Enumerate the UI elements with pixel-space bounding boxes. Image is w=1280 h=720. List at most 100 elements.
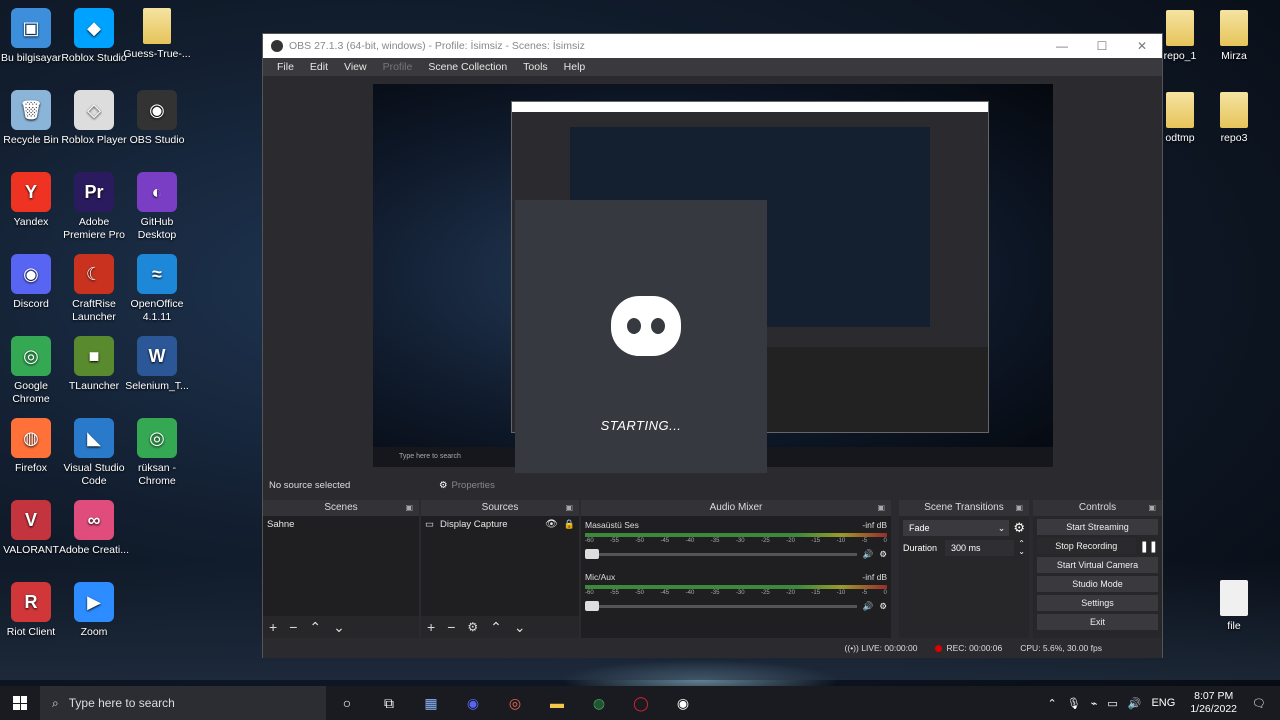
- start-button[interactable]: [0, 686, 40, 720]
- app-icon: ≈: [137, 254, 177, 294]
- menu-tools[interactable]: Tools: [515, 61, 556, 73]
- stepper-icon[interactable]: ⌃ ⌄: [1018, 540, 1025, 556]
- notification-icon[interactable]: 🗨: [1247, 697, 1280, 710]
- app-icon: ◆: [74, 8, 114, 48]
- obs-record-icon[interactable]: ◎: [494, 686, 536, 720]
- menu-file[interactable]: File: [269, 61, 302, 73]
- move-up-icon[interactable]: ⌃: [490, 619, 502, 636]
- gear-icon[interactable]: ⚙: [467, 620, 478, 634]
- undock-icon[interactable]: ▣: [877, 500, 885, 516]
- volume-slider[interactable]: [585, 600, 857, 611]
- add-icon[interactable]: +: [269, 619, 277, 635]
- desktop-icon[interactable]: W Selenium_T...: [120, 336, 194, 393]
- close-icon[interactable]: ✕: [1122, 39, 1162, 53]
- obs-window[interactable]: OBS 27.1.3 (64-bit, windows) - Profile: …: [262, 33, 1163, 658]
- remove-icon[interactable]: −: [289, 619, 297, 635]
- menubar: File Edit View Profile Scene Collection …: [263, 58, 1162, 76]
- eye-icon[interactable]: 👁: [545, 519, 558, 530]
- volume-slider[interactable]: [585, 548, 857, 559]
- transition-select[interactable]: Fade ⌄: [903, 520, 1010, 536]
- move-down-icon[interactable]: ⌄: [333, 619, 345, 636]
- start-virtual-camera-button[interactable]: Start Virtual Camera: [1037, 557, 1158, 573]
- properties-button[interactable]: Properties: [452, 480, 495, 491]
- desktop-icon[interactable]: ∞ Adobe Creati...: [57, 500, 131, 557]
- menu-view[interactable]: View: [336, 61, 375, 73]
- discord-icon[interactable]: ◉: [452, 686, 494, 720]
- desktop-icon[interactable]: ◎ rüksan - Chrome: [120, 418, 194, 488]
- meter-tick: -55: [610, 538, 619, 544]
- meter-tick: -45: [660, 590, 670, 596]
- app-icon: ■: [74, 336, 114, 376]
- speaker-icon[interactable]: 🔊: [863, 549, 874, 560]
- duration-input[interactable]: 300 ms: [945, 540, 1015, 556]
- file-explorer-icon[interactable]: ▬: [536, 686, 578, 720]
- source-toolbar: No source selected ⚙ Properties: [263, 473, 1162, 497]
- speaker-icon[interactable]: 🔊: [863, 601, 874, 612]
- desktop-icon[interactable]: Guess-True-...: [120, 8, 194, 61]
- meter-tick: 0: [883, 538, 887, 544]
- remove-icon[interactable]: −: [447, 619, 455, 635]
- move-up-icon[interactable]: ⌃: [309, 619, 321, 636]
- menu-help[interactable]: Help: [556, 61, 594, 73]
- undock-icon[interactable]: ▣: [1015, 500, 1023, 516]
- opera-icon[interactable]: ◯: [620, 686, 662, 720]
- gear-icon[interactable]: ⚙: [879, 549, 887, 560]
- mic-icon[interactable]: 🎙: [1062, 697, 1086, 710]
- undock-icon[interactable]: ▣: [1148, 500, 1156, 516]
- settings-button[interactable]: Settings: [1037, 595, 1158, 611]
- store-icon[interactable]: ▦: [410, 686, 452, 720]
- app-icon: ◍: [11, 418, 51, 458]
- source-item[interactable]: ▭ Display Capture 👁 🔒: [421, 516, 579, 533]
- desktop-icon[interactable]: ◐ GitHub Desktop: [120, 172, 194, 242]
- stop-recording-button[interactable]: Stop Recording: [1037, 538, 1136, 554]
- lock-icon[interactable]: 🔒: [564, 519, 575, 530]
- chrome-icon[interactable]: ◍: [578, 686, 620, 720]
- clock[interactable]: 8:07 PM 1/26/2022: [1180, 690, 1247, 716]
- scene-item[interactable]: Sahne: [263, 516, 419, 533]
- battery-icon[interactable]: ▭: [1102, 697, 1122, 710]
- gear-icon[interactable]: ⚙: [879, 601, 887, 612]
- task-view-icon[interactable]: ⧉: [368, 686, 410, 720]
- studio-mode-button[interactable]: Studio Mode: [1037, 576, 1158, 592]
- menu-scene-collection[interactable]: Scene Collection: [420, 61, 515, 73]
- monitor-icon: ▭: [425, 519, 434, 530]
- meter-tick: -55: [610, 590, 619, 596]
- meter-tick: -30: [735, 590, 745, 596]
- obs-studio-icon[interactable]: ◉: [662, 686, 704, 720]
- gear-icon[interactable]: ⚙: [439, 480, 448, 491]
- desktop-icon[interactable]: ≈ OpenOffice 4.1.11: [120, 254, 194, 324]
- start-streaming-button[interactable]: Start Streaming: [1037, 519, 1158, 535]
- desktop-folder[interactable]: file: [1204, 580, 1264, 632]
- undock-icon[interactable]: ▣: [565, 500, 573, 516]
- move-down-icon[interactable]: ⌄: [514, 619, 526, 636]
- chevron-up-icon[interactable]: ⌃: [1043, 697, 1062, 710]
- app-icon: ◐: [137, 172, 177, 212]
- menu-edit[interactable]: Edit: [302, 61, 336, 73]
- minimize-icon[interactable]: —: [1042, 39, 1082, 53]
- maximize-icon[interactable]: ☐: [1082, 39, 1122, 53]
- desktop-folder[interactable]: repo3: [1204, 92, 1264, 144]
- meter-tick: -10: [836, 590, 846, 596]
- network-icon[interactable]: ⌁: [1086, 697, 1103, 710]
- gear-icon[interactable]: ⚙: [1013, 520, 1025, 536]
- obs-logo-icon: [271, 40, 283, 52]
- desktop-icon[interactable]: ◉ OBS Studio: [120, 90, 194, 147]
- desktop-icon[interactable]: ▶ Zoom: [57, 582, 131, 639]
- app-icon: 🗑: [11, 90, 51, 130]
- desktop-folder[interactable]: Mirza: [1204, 10, 1264, 62]
- meter-tick: 0: [883, 590, 887, 596]
- folder-icon: [1220, 580, 1248, 616]
- volume-icon[interactable]: 🔊: [1123, 697, 1147, 710]
- taskbar-search[interactable]: ⌕ Type here to search: [40, 686, 326, 720]
- exit-button[interactable]: Exit: [1037, 614, 1158, 630]
- splash-status-text: STARTING...: [600, 418, 682, 433]
- undock-icon[interactable]: ▣: [405, 500, 413, 516]
- language-indicator[interactable]: ENG: [1146, 697, 1180, 709]
- obs-titlebar[interactable]: OBS 27.1.3 (64-bit, windows) - Profile: …: [263, 34, 1162, 58]
- add-icon[interactable]: +: [427, 619, 435, 635]
- scenes-title: Scenes: [324, 502, 358, 513]
- pause-icon[interactable]: ❚❚: [1140, 540, 1158, 553]
- menu-profile[interactable]: Profile: [375, 61, 421, 73]
- meter-tick: -60: [585, 538, 594, 544]
- cortana-icon[interactable]: ○: [326, 686, 368, 720]
